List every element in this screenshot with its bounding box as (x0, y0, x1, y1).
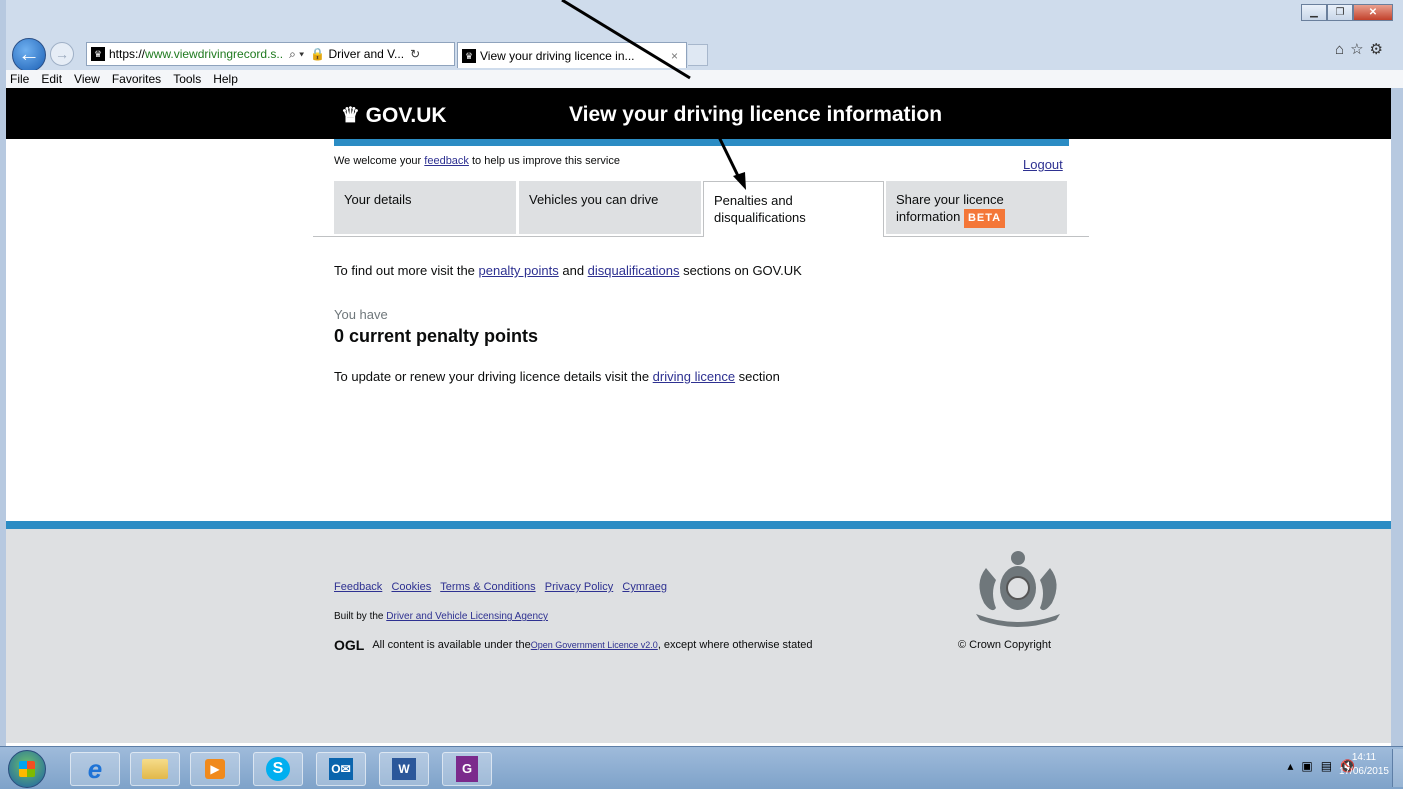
header-blue-strip (334, 139, 1069, 146)
footer-terms-link[interactable]: Terms & Conditions (440, 581, 535, 593)
browser-toolbar-icons: ⌂☆⚙ (1335, 40, 1389, 58)
crown-copyright[interactable]: © Crown Copyright (958, 639, 1051, 651)
taskbar-media[interactable]: ▶ (190, 752, 240, 786)
menu-tools[interactable]: Tools (173, 72, 201, 86)
favorites-star-icon[interactable]: ☆ (1350, 41, 1369, 58)
disqualifications-link[interactable]: disqualifications (588, 263, 680, 278)
address-url[interactable]: https://www.viewdrivingrecord.s.. (109, 47, 283, 61)
restore-button[interactable]: ❐ (1327, 4, 1353, 21)
service-name[interactable]: View your driving licence information (569, 103, 942, 127)
action-center-icon[interactable]: ▤ (1321, 759, 1340, 773)
settings-gear-icon[interactable]: ⚙ (1370, 41, 1389, 58)
footer-cymraeg-link[interactable]: Cymraeg (622, 581, 667, 593)
taskbar-outlook[interactable]: O✉ (316, 752, 366, 786)
royal-coat-of-arms-icon (976, 551, 1060, 627)
tab-share-licence[interactable]: Share your licence information BETA (886, 181, 1067, 234)
ogl-licence-link[interactable]: Open Government Licence v2.0 (531, 640, 658, 650)
browser-chrome: ▁ ❐ ✕ ⌂☆⚙ ← → ♛ https://www.viewdrivingr… (0, 0, 1403, 88)
taskbar-skype[interactable]: S (253, 752, 303, 786)
footer-links: Feedback Cookies Terms & Conditions Priv… (334, 581, 667, 593)
govuk-crown-icon: ♛ (462, 48, 476, 63)
search-dropdown-icon[interactable]: ⌕ ▾ (289, 47, 304, 62)
menu-help[interactable]: Help (213, 72, 238, 86)
folder-icon (142, 759, 168, 779)
update-licence-text: To update or renew your driving licence … (334, 369, 780, 384)
taskbar-explorer[interactable] (130, 752, 180, 786)
beta-badge: BETA (963, 209, 1006, 228)
new-tab-button[interactable] (688, 44, 708, 66)
logout-link[interactable]: Logout (1023, 157, 1063, 172)
dvla-link[interactable]: Driver and Vehicle Licensing Agency (386, 611, 548, 622)
ogl-logo[interactable]: OGL (334, 637, 364, 653)
footer-cookies-link[interactable]: Cookies (391, 581, 431, 593)
clock-time: 14:11 (1351, 752, 1377, 763)
window-controls: ▁ ❐ ✕ (1301, 4, 1393, 21)
taskbar-word[interactable]: W (379, 752, 429, 786)
govuk-crown-icon: ♛ (91, 47, 105, 61)
tab-title: View your driving licence in... (480, 48, 635, 63)
tab-your-details[interactable]: Your details (334, 181, 516, 234)
media-player-icon: ▶ (205, 759, 225, 779)
feedback-link[interactable]: feedback (424, 155, 469, 167)
skype-icon: S (266, 757, 290, 781)
driving-licence-link[interactable]: driving licence (653, 369, 735, 384)
clock-date: 17/06/2015 (1338, 766, 1389, 777)
refresh-icon[interactable]: ↻ (410, 47, 420, 61)
page-tabs: Your details Vehicles you can drive Pena… (334, 181, 1089, 237)
site-identity[interactable]: 🔒 Driver and V... (310, 47, 404, 61)
menu-bar: File Edit View Favorites Tools Help (0, 70, 1403, 88)
penalty-points-count: 0 current penalty points (334, 326, 539, 346)
find-out-more: To find out more visit the penalty point… (334, 263, 802, 278)
windows-taskbar: e ▶ S O✉ W G ▴▣▤🔇 14:11 17/06/2015 (0, 746, 1403, 789)
windows-logo-icon (19, 761, 35, 777)
feedback-banner: We welcome your feedback to help us impr… (334, 155, 620, 167)
clock[interactable]: 14:11 17/06/2015 (1339, 751, 1389, 779)
minimize-button[interactable]: ▁ (1301, 4, 1327, 21)
menu-view[interactable]: View (74, 72, 100, 86)
footer-privacy-link[interactable]: Privacy Policy (545, 581, 613, 593)
built-by: Built by the Driver and Vehicle Licensin… (334, 611, 549, 622)
footer-blue-line (6, 521, 1391, 529)
pdf-creator-icon: G (456, 756, 478, 782)
close-window-button[interactable]: ✕ (1353, 4, 1393, 21)
ogl-licence: OGL All content is available under the Op… (334, 637, 813, 653)
outlook-icon: O✉ (329, 758, 353, 780)
close-tab-icon[interactable]: × (671, 49, 678, 63)
home-icon[interactable]: ⌂ (1335, 41, 1350, 58)
address-bar[interactable]: ♛ https://www.viewdrivingrecord.s.. ⌕ ▾ … (86, 42, 455, 66)
back-button[interactable]: ← (12, 38, 46, 72)
start-button[interactable] (8, 750, 46, 788)
crown-icon: ♛ (341, 104, 366, 127)
word-icon: W (392, 758, 416, 780)
footer (6, 529, 1391, 743)
show-desktop-button[interactable] (1392, 749, 1403, 787)
show-hidden-icons-icon[interactable]: ▴ (1287, 759, 1301, 773)
menu-favorites[interactable]: Favorites (112, 72, 161, 86)
network-icon[interactable]: ▣ (1301, 759, 1320, 773)
forward-button[interactable]: → (50, 42, 74, 66)
window-border-right (1391, 88, 1403, 746)
tab-vehicles[interactable]: Vehicles you can drive (519, 181, 701, 234)
taskbar-pdf[interactable]: G (442, 752, 492, 786)
tab-penalties[interactable]: Penalties and disqualifications (703, 181, 884, 237)
taskbar-ie[interactable]: e (70, 752, 120, 786)
browser-tab[interactable]: ♛ View your driving licence in... × (457, 42, 687, 68)
footer-feedback-link[interactable]: Feedback (334, 581, 382, 593)
penalty-points-link[interactable]: penalty points (479, 263, 559, 278)
menu-file[interactable]: File (10, 72, 29, 86)
menu-edit[interactable]: Edit (41, 72, 62, 86)
govuk-logo[interactable]: ♛ GOV.UK (341, 103, 447, 128)
you-have-label: You have (334, 307, 388, 322)
internet-explorer-icon: e (87, 753, 103, 784)
